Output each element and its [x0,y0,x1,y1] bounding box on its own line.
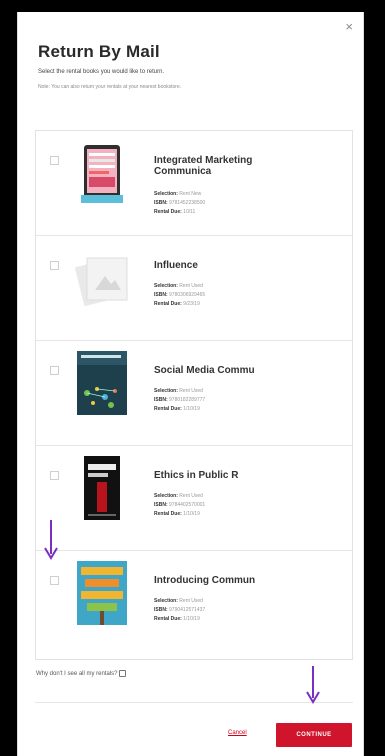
item-checkbox[interactable] [50,471,59,480]
close-icon[interactable]: × [345,20,353,33]
item-title: Integrated Marketing Communica [154,155,253,177]
item-isbn: ISBN: 9790412571437 [154,607,206,613]
book-cover-image [75,351,129,415]
item-due: Rental Due: 1/10/19 [154,616,200,622]
cancel-link[interactable]: Cancel [228,730,247,736]
item-selection: Selection: Rent New [154,191,202,197]
item-isbn: ISBN: 9781452238500 [154,200,206,206]
list-item: Integrated Marketing Communica Selection… [36,131,352,236]
book-cover-image [75,141,129,205]
item-due: Rental Due: 10/11 [154,209,196,215]
help-icon [119,670,127,677]
item-selection: Selection: Rent Used [154,598,203,604]
item-title: Introducing Commun [154,575,256,586]
item-selection: Selection: Rent Used [154,283,203,289]
item-due: Rental Due: 1/10/19 [154,406,200,412]
item-isbn: ISBN: 9784402570001 [154,502,206,508]
item-checkbox[interactable] [50,261,59,270]
modal-title: Return By Mail [38,42,160,61]
item-due: Rental Due: 1/10/19 [154,511,200,517]
item-checkbox[interactable] [50,366,59,375]
item-checkbox[interactable] [50,156,59,165]
item-due: Rental Due: 9/23/19 [154,301,200,307]
book-placeholder-image [75,246,129,310]
item-title: Influence [154,260,198,271]
item-title: Ethics in Public R [154,470,239,481]
item-selection: Selection: Rent Used [154,388,203,394]
item-title: Social Media Commu [154,365,255,376]
list-item: Introducing Commun Selection: Rent Used … [36,551,352,656]
why-missing-rentals-link[interactable]: Why don't I see all my rentals? [36,670,127,677]
book-cover-image [75,456,129,520]
modal-note: Note: You can also return your rentals a… [38,84,182,90]
modal-subtitle: Select the rental books you would like t… [38,69,165,75]
annotation-arrow-icon [44,520,58,560]
list-item: Ethics in Public R Selection: Rent Used … [36,446,352,551]
list-item: Social Media Commu Selection: Rent Used … [36,341,352,446]
item-isbn: ISBN: 9780306929465 [154,292,206,298]
item-selection: Selection: Rent Used [154,493,203,499]
list-item: Influence Selection: Rent Used ISBN: 978… [36,236,352,341]
item-checkbox[interactable] [50,576,59,585]
book-cover-image [75,561,129,625]
continue-button[interactable]: CONTINUE [276,723,352,747]
annotation-arrow-icon [306,666,320,704]
item-isbn: ISBN: 9780182289777 [154,397,206,403]
rental-list: Integrated Marketing Communica Selection… [35,130,353,660]
return-by-mail-modal: × Return By Mail Select the rental books… [17,12,364,756]
